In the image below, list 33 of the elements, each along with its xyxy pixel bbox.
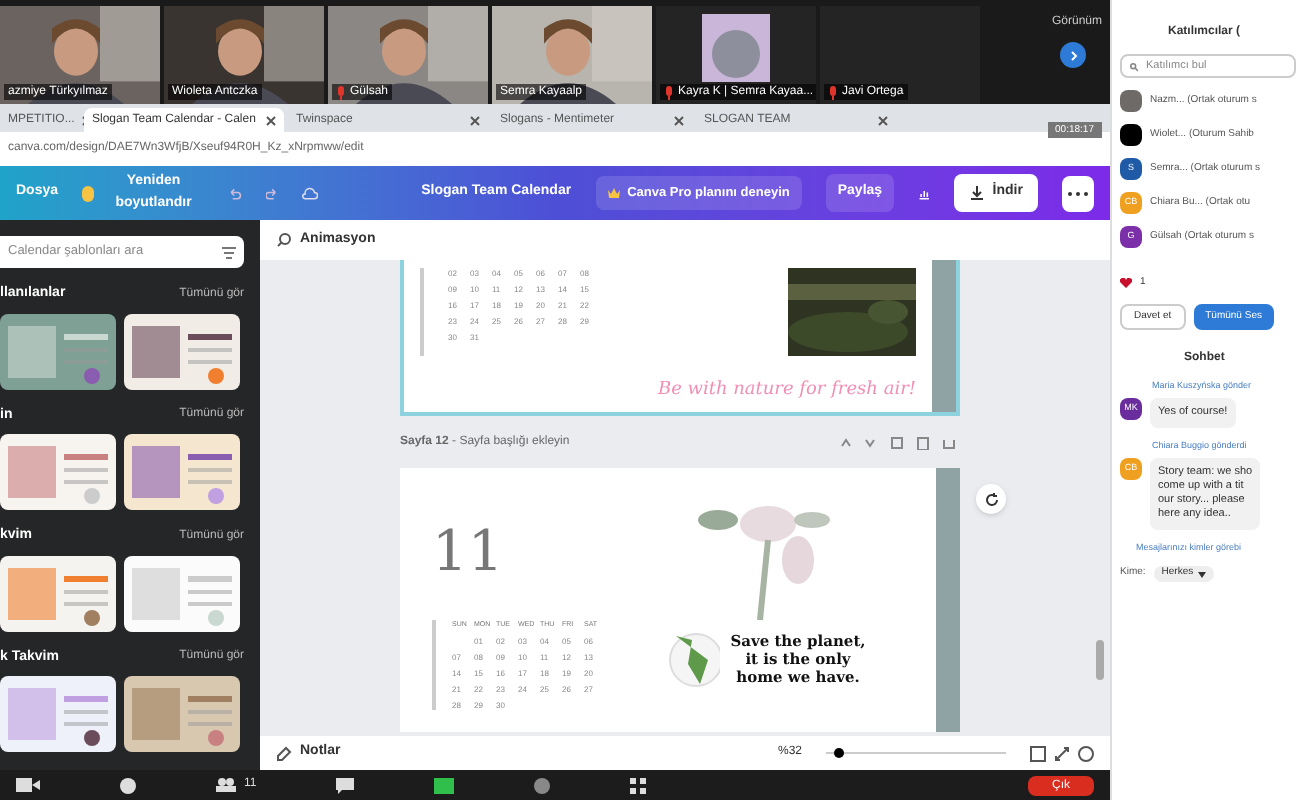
close-icon[interactable] (878, 115, 888, 125)
avatar-icon (702, 14, 770, 82)
notes-icon (276, 745, 292, 761)
heart-icon (1120, 278, 1132, 289)
scrollbar[interactable] (1096, 640, 1104, 680)
fullscreen-icon[interactable] (1054, 745, 1070, 761)
slogan-text: Be with nature for fresh air! (657, 377, 916, 403)
close-icon[interactable] (674, 115, 684, 125)
close-icon[interactable] (266, 115, 276, 125)
chevron-right-icon (1067, 49, 1079, 61)
crown-icon (607, 188, 620, 198)
next-page-button[interactable] (1060, 42, 1086, 68)
apps-icon[interactable] (630, 777, 647, 793)
participants-icon[interactable] (216, 778, 236, 792)
zoom-slider-thumb[interactable] (834, 748, 844, 758)
refresh-button[interactable] (976, 484, 1006, 514)
cloud-icon[interactable] (301, 185, 318, 201)
more-button[interactable] (1062, 175, 1094, 211)
refresh-icon (983, 491, 999, 507)
chat-icon[interactable] (336, 777, 355, 793)
filter-icon[interactable] (222, 245, 236, 259)
record-icon[interactable] (534, 777, 551, 793)
caret-icon (1197, 571, 1206, 577)
page-actions-icon[interactable] (840, 435, 960, 449)
grid-view-icon[interactable] (1030, 745, 1046, 761)
chart-icon[interactable] (918, 185, 931, 201)
close-icon[interactable] (470, 115, 480, 125)
share-screen-icon[interactable] (434, 777, 455, 793)
video-camera-icon[interactable] (16, 778, 40, 792)
search-icon (1130, 61, 1138, 71)
animation-icon (276, 232, 292, 248)
download-icon (970, 186, 985, 200)
month-number: 11 (432, 524, 506, 580)
